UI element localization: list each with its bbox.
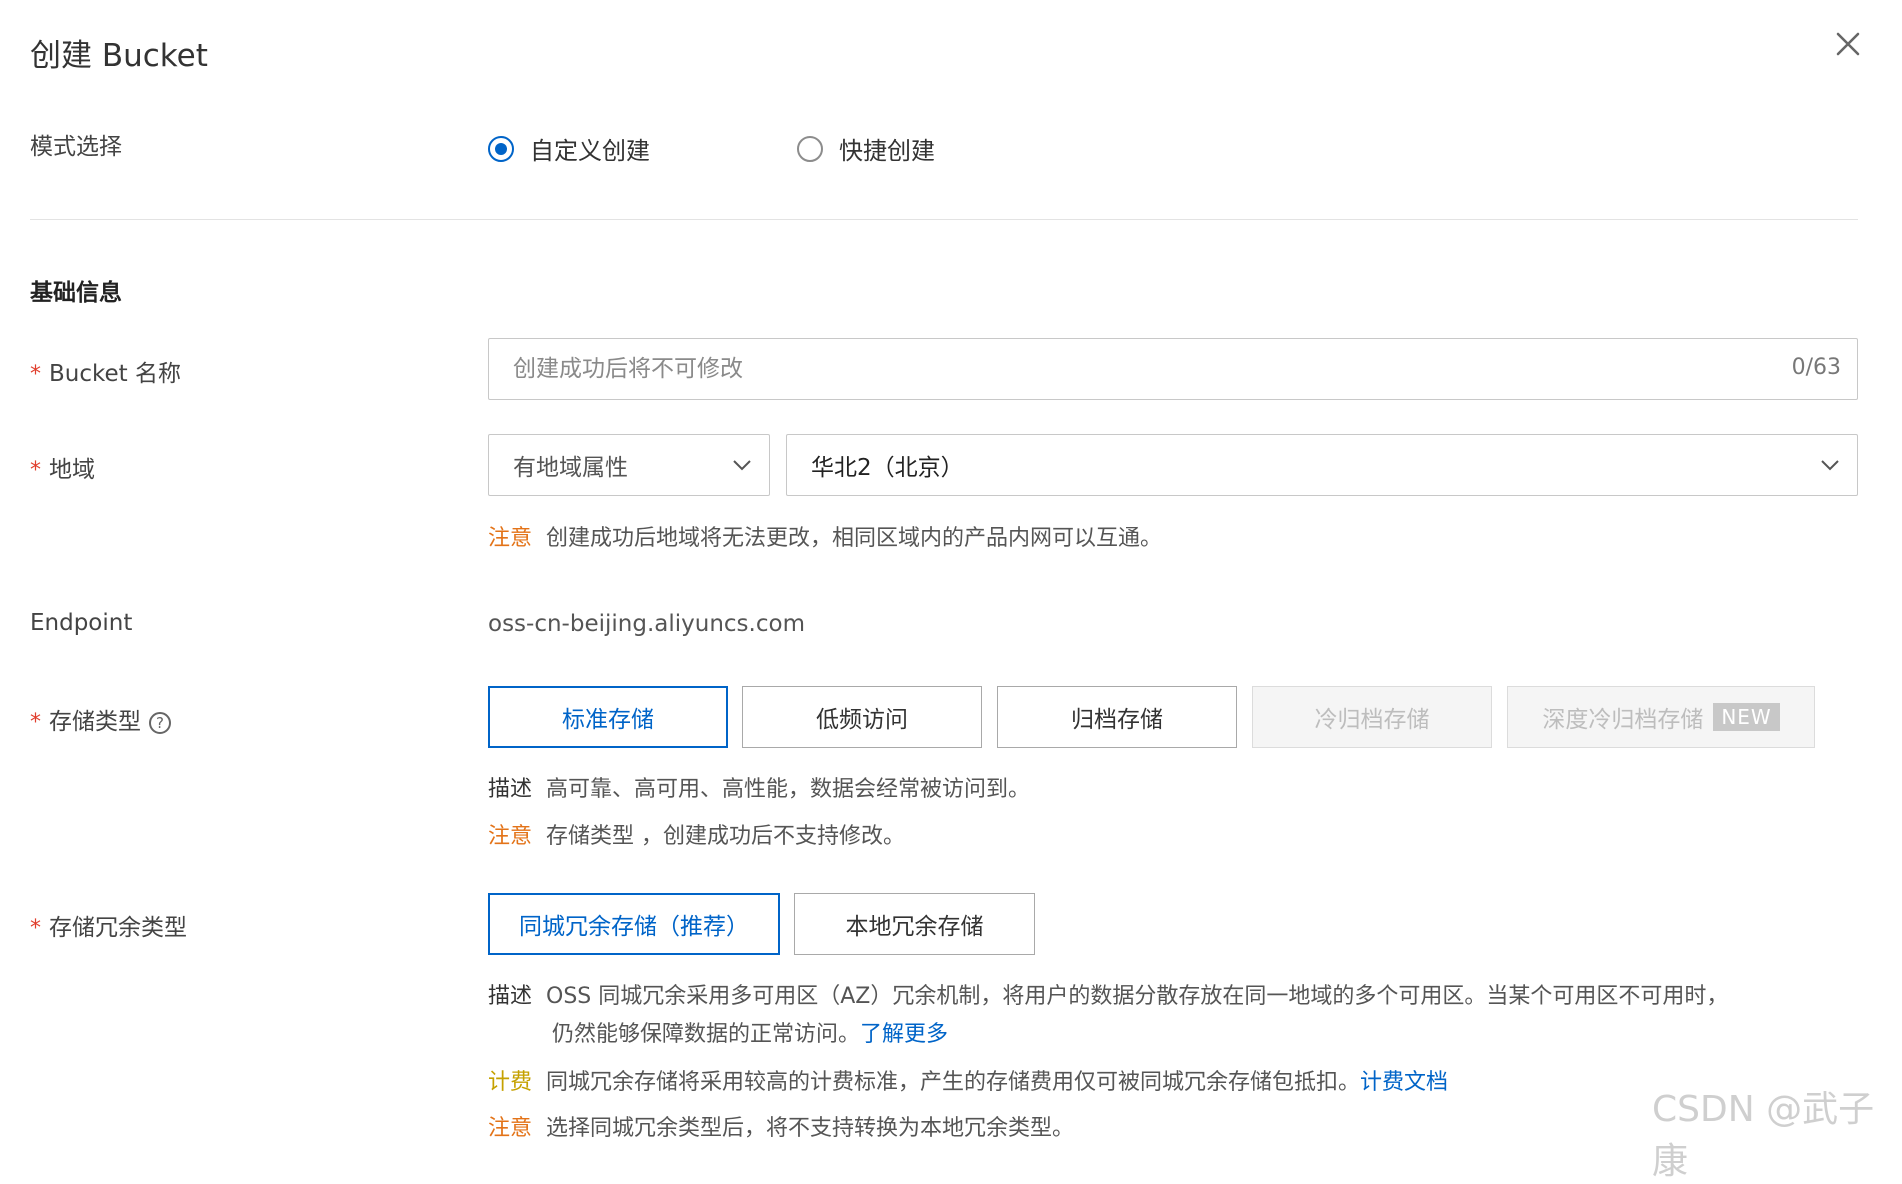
storage-note: 注意 存储类型 ，创建成功后不支持修改。 — [488, 818, 905, 850]
note-tag: 注意 — [488, 1116, 533, 1141]
bucket-name-label-text: Bucket 名称 — [49, 361, 181, 387]
learn-more-link[interactable]: 了解更多 — [860, 1022, 948, 1047]
note-text: 存储类型 ，创建成功后不支持修改。 — [546, 824, 906, 849]
region-label-text: 地域 — [49, 457, 95, 483]
watermark: CSDN @武子康 — [1652, 1089, 1875, 1182]
storage-option-standard[interactable]: 标准存储 — [488, 686, 728, 748]
storage-option-cold-archive: 冷归档存储 — [1252, 686, 1492, 748]
radio-label: 快捷创建 — [839, 137, 935, 165]
redundancy-label-text: 存储冗余类型 — [49, 915, 187, 941]
billing-text: 同城冗余存储将采用较高的计费标准，产生的存储费用仅可被同城冗余存储包抵扣。 — [546, 1070, 1361, 1095]
radio-quick-create[interactable]: 快捷创建 — [797, 131, 935, 166]
region-note: 注意 创建成功后地域将无法更改，相同区域内的产品内网可以互通。 — [488, 520, 1162, 552]
redundancy-option-zrs[interactable]: 同城冗余存储（推荐） — [488, 893, 780, 955]
dialog-title: 创建 Bucket — [30, 38, 208, 74]
storage-option-archive[interactable]: 归档存储 — [997, 686, 1237, 748]
desc-text-line1: OSS 同城冗余采用多可用区（AZ）冗余机制，将用户的数据分散存放在同一地域的多… — [546, 984, 1729, 1009]
note-tag: 注意 — [488, 526, 533, 551]
bucket-name-label: * Bucket 名称 — [30, 354, 181, 388]
redundancy-option-lrs[interactable]: 本地冗余存储 — [794, 893, 1035, 955]
storage-type-label: * 存储类型? — [30, 702, 171, 736]
required-mark: * — [30, 710, 41, 735]
new-badge: NEW — [1713, 703, 1780, 731]
storage-desc: 描述 高可靠、高可用、高性能，数据会经常被访问到。 — [488, 771, 1030, 803]
region-type-select[interactable]: 有地域属性 — [488, 434, 770, 496]
chevron-down-icon — [733, 460, 751, 471]
section-title-basic-info: 基础信息 — [30, 280, 122, 306]
bucket-name-field: 0/63 — [488, 338, 1858, 400]
storage-option-deep-cold-archive: 深度冷归档存储 NEW — [1507, 686, 1815, 748]
redundancy-billing: 计费 同城冗余存储将采用较高的计费标准，产生的存储费用仅可被同城冗余存储包抵扣。计… — [488, 1064, 1448, 1096]
required-mark: * — [30, 362, 41, 387]
redundancy-label: * 存储冗余类型 — [30, 908, 187, 942]
note-tag: 注意 — [488, 824, 533, 849]
redundancy-note: 注意 选择同城冗余类型后，将不支持转换为本地冗余类型。 — [488, 1110, 1074, 1142]
bucket-name-input[interactable] — [489, 339, 1715, 399]
storage-type-label-text: 存储类型 — [49, 709, 141, 735]
desc-text: 高可靠、高可用、高性能，数据会经常被访问到。 — [546, 777, 1031, 802]
redundancy-desc-line2: 仍然能够保障数据的正常访问。了解更多 — [552, 1016, 948, 1048]
radio-custom-create[interactable]: 自定义创建 — [488, 131, 650, 166]
desc-text-line2: 仍然能够保障数据的正常访问。 — [552, 1022, 861, 1047]
endpoint-value: oss-cn-beijing.aliyuncs.com — [488, 611, 805, 637]
billing-tag: 计费 — [488, 1070, 533, 1095]
endpoint-label: Endpoint — [30, 610, 133, 636]
char-counter: 0/63 — [1791, 355, 1841, 380]
required-mark: * — [30, 458, 41, 483]
desc-tag: 描述 — [488, 777, 533, 802]
region-type-value: 有地域属性 — [513, 455, 628, 481]
radio-checked-icon — [488, 135, 514, 162]
region-select[interactable]: 华北2（北京） — [786, 434, 1858, 496]
redundancy-desc: 描述 OSS 同城冗余采用多可用区（AZ）冗余机制，将用户的数据分散存放在同一地域… — [488, 978, 1728, 1010]
help-icon[interactable]: ? — [149, 711, 171, 734]
storage-option-ia[interactable]: 低频访问 — [742, 686, 982, 748]
region-value: 华北2（北京） — [811, 455, 964, 481]
required-mark: * — [30, 916, 41, 941]
radio-label: 自定义创建 — [530, 137, 650, 165]
option-label: 深度冷归档存储 — [1542, 707, 1704, 733]
note-text: 创建成功后地域将无法更改，相同区域内的产品内网可以互通。 — [546, 526, 1163, 551]
mode-label: 模式选择 — [30, 134, 122, 160]
note-text: 选择同城冗余类型后，将不支持转换为本地冗余类型。 — [546, 1116, 1075, 1141]
desc-tag: 描述 — [488, 984, 533, 1009]
billing-doc-link[interactable]: 计费文档 — [1360, 1070, 1448, 1095]
chevron-down-icon — [1821, 460, 1839, 471]
radio-unchecked-icon — [797, 135, 823, 162]
region-label: * 地域 — [30, 450, 95, 484]
divider — [30, 219, 1858, 220]
close-icon[interactable] — [1828, 24, 1868, 64]
